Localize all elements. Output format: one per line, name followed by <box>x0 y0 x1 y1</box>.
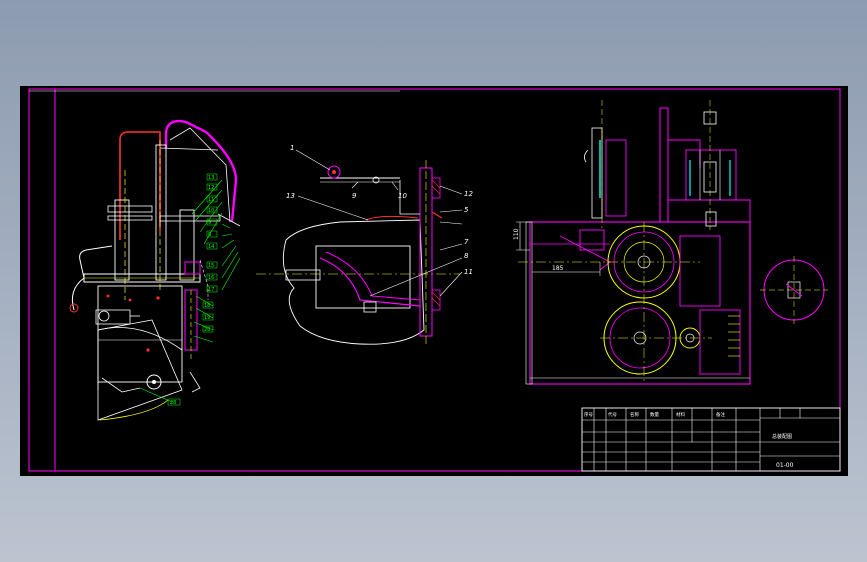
dimension-horizontal: 185 <box>552 265 564 272</box>
balloon-label: 15 <box>208 263 214 269</box>
part-label: 12 <box>464 190 473 198</box>
balloon-label: 13 <box>208 175 214 181</box>
part-label: 11 <box>464 268 473 276</box>
balloon-label: 9 <box>208 220 211 226</box>
balloon-label: 12 <box>208 185 214 191</box>
title-block-header: 代号 <box>608 411 617 418</box>
part-label: 10 <box>398 192 407 200</box>
title-block-header: 名称 <box>630 411 639 418</box>
part-label: 1 <box>290 144 294 152</box>
drawing-name: 总装配图 <box>772 433 792 440</box>
balloon-label: 28 <box>170 400 176 406</box>
part-label: 9 <box>352 192 357 200</box>
balloon-label: 17 <box>208 287 214 293</box>
balloon-label: 11 <box>208 197 214 203</box>
balloon-label: 19 <box>204 315 210 321</box>
title-block-header: 备注 <box>716 411 725 418</box>
title-block-header: 材料 <box>676 411 685 418</box>
part-label: 8 <box>464 252 469 260</box>
balloon-label: 20 <box>204 327 210 333</box>
title-block-header: 数量 <box>650 411 659 418</box>
balloon-label: 8 <box>208 232 211 238</box>
title-block-header: 序号 <box>584 411 593 418</box>
part-label: 13 <box>286 192 295 200</box>
drawing-number: 01-00 <box>776 462 794 469</box>
part-label: 5 <box>464 206 469 214</box>
cad-drawing-canvas: 13 12 11 10 9 8 14 15 16 17 18 19 20 28 <box>20 86 848 476</box>
balloon-label: 16 <box>208 275 214 281</box>
balloon-label: 14 <box>208 244 214 250</box>
dimension-vertical: 110 <box>513 228 520 240</box>
balloon-label: 18 <box>204 303 210 309</box>
balloon-label: 10 <box>208 208 214 214</box>
part-label: 7 <box>464 238 469 246</box>
